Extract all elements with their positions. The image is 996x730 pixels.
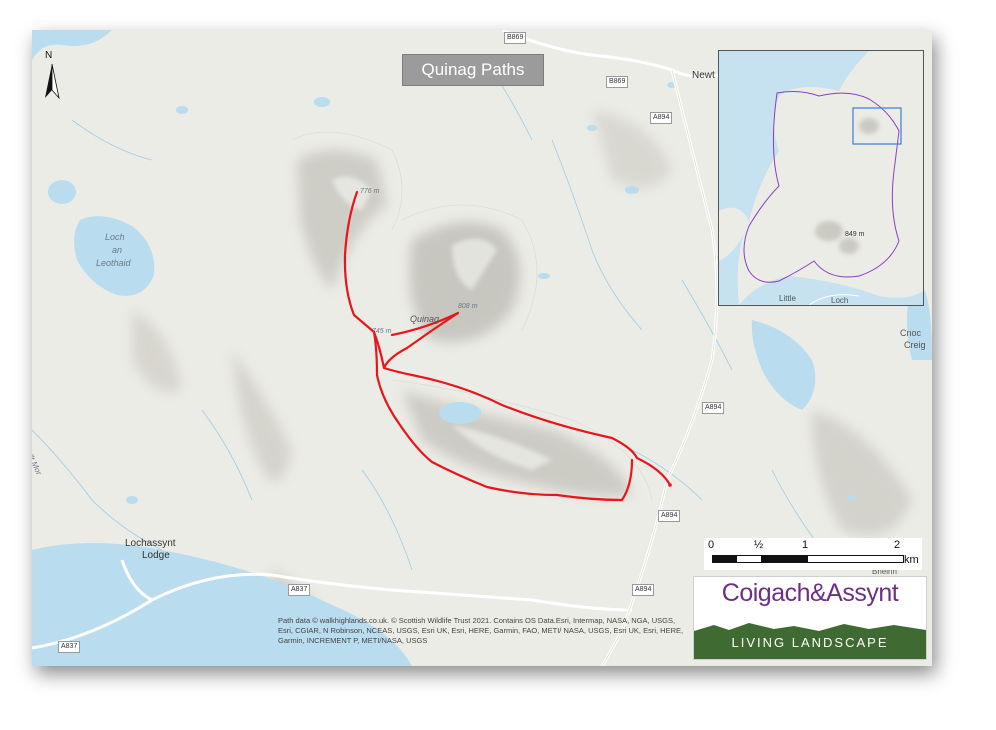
road-label-b869: B869 <box>504 32 527 44</box>
scale-unit: km <box>904 554 919 566</box>
label-cnoc: Cnoc <box>900 328 922 338</box>
scale-tick-half: ½ <box>754 539 764 551</box>
inset-spot-height: 849 m <box>845 231 865 238</box>
scale-bar: 0 ½ 1 2 km <box>704 538 922 570</box>
spot-height-west: 745 m <box>372 328 392 335</box>
label-loch: Loch <box>105 232 125 242</box>
spot-height-north: 776 m <box>360 188 380 195</box>
coigach-assynt-logo: Coigach&Assynt LIVING LANDSCAPE <box>693 576 927 660</box>
road-label-a894: A894 <box>658 510 681 522</box>
road-label-a837: A837 <box>288 584 311 596</box>
map-title: Quinag Paths <box>402 54 544 86</box>
map-frame[interactable]: Loch an Leothaid Lochassynt Lodge Quinag… <box>32 30 932 666</box>
inset-label-loch: Loch <box>831 296 849 305</box>
road-label-a894: A894 <box>632 584 655 596</box>
label-creig: Creig <box>904 340 926 350</box>
north-letter: N <box>45 50 53 61</box>
scale-bar-graphic <box>712 555 904 563</box>
inset-locator-map[interactable]: 849 m Little Loch <box>718 50 924 306</box>
logo-subtitle: LIVING LANDSCAPE <box>731 635 889 650</box>
label-newt: Newt <box>692 70 715 81</box>
road-label-a894: A894 <box>650 112 673 124</box>
scale-tick-0: 0 <box>708 539 715 551</box>
north-arrow-icon <box>45 63 60 100</box>
road-label-b869: B869 <box>606 76 629 88</box>
label-an: an <box>112 245 123 255</box>
label-lochassynt: Lochassynt <box>125 538 176 549</box>
map-attribution: Path data © walkhighlands.co.uk. © Scott… <box>278 616 684 645</box>
logo-band: LIVING LANDSCAPE <box>694 621 926 659</box>
north-arrow: N <box>42 50 62 100</box>
road-label-a837: A837 <box>58 641 81 653</box>
inset-map-svg <box>719 51 923 305</box>
label-lodge: Lodge <box>142 550 170 561</box>
label-leothaid: Leothaid <box>96 258 131 268</box>
road-label-a894: A894 <box>702 402 725 414</box>
inset-label-little: Little <box>779 294 796 303</box>
logo-title: Coigach&Assynt <box>721 579 899 607</box>
label-quinag: Quinag <box>410 314 440 324</box>
scale-tick-1: 1 <box>802 539 809 551</box>
spot-height-summit: 808 m <box>458 303 478 310</box>
scale-tick-2: 2 <box>894 539 901 551</box>
